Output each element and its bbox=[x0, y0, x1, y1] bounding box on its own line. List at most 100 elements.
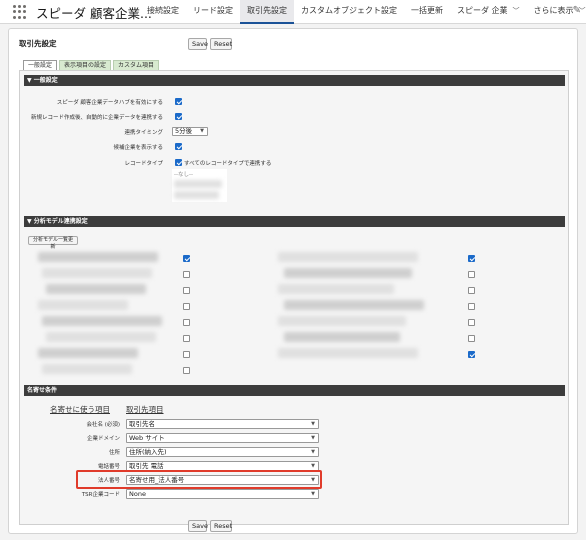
analysis-model-checkbox[interactable] bbox=[468, 271, 475, 278]
checkbox-auto-sync[interactable] bbox=[175, 113, 182, 120]
nav-tab[interactable]: 接続設定 bbox=[140, 0, 186, 24]
nav-tab-label: 取引先設定 bbox=[247, 6, 287, 15]
nav-tab[interactable]: 取引先設定 bbox=[240, 0, 294, 24]
matching-field-value: 住所(納入先) bbox=[129, 448, 167, 456]
blurred-model-label bbox=[42, 316, 162, 326]
blurred-model-label bbox=[38, 252, 158, 262]
record-type-listbox[interactable]: --なし-- bbox=[172, 169, 227, 202]
section-header-general: ▼ 一般設定 bbox=[24, 75, 565, 86]
matching-field-value: Web サイト bbox=[129, 434, 165, 442]
analysis-model-checkbox[interactable] bbox=[183, 319, 190, 326]
blurred-model-label bbox=[284, 332, 400, 342]
section-header-analysis: ▼ 分析モデル連携設定 bbox=[24, 216, 565, 227]
label-auto-sync: 新規レコード作成後、自動的に企業データを連携する bbox=[30, 115, 163, 121]
analysis-model-checkbox[interactable] bbox=[183, 335, 190, 342]
blurred-model-label bbox=[42, 364, 132, 374]
checkbox-show-candidates[interactable] bbox=[175, 143, 182, 150]
analysis-model-checkbox[interactable] bbox=[468, 319, 475, 326]
refresh-analysis-models-button[interactable]: 分析モデル一覧更新 bbox=[28, 236, 78, 250]
analysis-model-checkbox[interactable] bbox=[183, 367, 190, 374]
nav-tabs: 接続設定 リード設定 取引先設定 カスタムオブジェクト設定 一括更新 スピーダ 企業 ﹀ さら… bbox=[140, 0, 586, 24]
column-header-matching-field: 名寄せに使う項目 bbox=[50, 405, 110, 414]
matching-field-value: 取引先名 bbox=[129, 420, 155, 428]
matching-field-select[interactable]: 住所(納入先) ▼ bbox=[126, 447, 319, 457]
tab-custom-fields[interactable]: カスタム項目 bbox=[113, 60, 160, 70]
blurred-model-label bbox=[284, 268, 412, 278]
pencil-icon[interactable]: ✎ bbox=[573, 5, 581, 16]
label-record-type: レコードタイプ bbox=[124, 161, 163, 167]
checkbox-all-record-types[interactable] bbox=[175, 159, 182, 166]
reset-button-top[interactable]: Reset bbox=[210, 38, 232, 50]
analysis-model-checkbox[interactable] bbox=[468, 351, 475, 358]
matching-field-select[interactable]: None ▼ bbox=[126, 489, 319, 499]
nav-tab[interactable]: スピーダ 企業 ﹀ bbox=[450, 0, 527, 24]
blurred-option bbox=[174, 180, 222, 188]
blurred-model-label bbox=[284, 300, 424, 310]
tab-display-fields[interactable]: 表示項目の設定 bbox=[59, 60, 112, 70]
label-show-candidates: 候補企業を表示する bbox=[113, 145, 163, 151]
highlight-corporate-number-row bbox=[76, 470, 322, 489]
save-button-top[interactable]: Save bbox=[188, 38, 208, 50]
column-header-account-field: 取引先項目 bbox=[126, 405, 164, 414]
blurred-model-label bbox=[278, 252, 418, 262]
blurred-model-label bbox=[278, 284, 394, 294]
analysis-model-checkbox[interactable] bbox=[468, 287, 475, 294]
app-launcher-icon[interactable] bbox=[13, 5, 27, 19]
nav-tab[interactable]: 一括更新 bbox=[404, 0, 450, 24]
reset-button-bottom[interactable]: Reset bbox=[210, 520, 232, 532]
nav-tab-label: リード設定 bbox=[193, 6, 233, 15]
nav-tab-label: スピーダ 企業 bbox=[457, 6, 508, 15]
analysis-model-checkbox[interactable] bbox=[468, 255, 475, 262]
label-sync-timing: 連携タイミング bbox=[124, 130, 163, 136]
matching-field-label: 会社名 (必須) bbox=[86, 422, 120, 428]
account-settings-panel: 取引先設定 Save Reset 一般設定 表示項目の設定 カスタム項目 ▼ 一… bbox=[8, 28, 578, 534]
chevron-down-icon: ▼ bbox=[311, 491, 315, 497]
matching-field-value: 取引先 電話 bbox=[129, 462, 164, 470]
text-all-record-types: すべてのレコードタイプで連携する bbox=[184, 161, 272, 167]
blurred-model-label bbox=[278, 316, 406, 326]
tab-general[interactable]: 一般設定 bbox=[23, 60, 58, 70]
analysis-model-checkbox[interactable] bbox=[183, 351, 190, 358]
select-sync-timing[interactable]: 5分後 ▼ bbox=[172, 127, 208, 136]
select-sync-timing-value: 5分後 bbox=[175, 127, 193, 135]
blurred-option bbox=[174, 191, 219, 199]
analysis-model-checkbox[interactable] bbox=[468, 303, 475, 310]
matching-field-label: TSR企業コード bbox=[81, 492, 120, 498]
matching-field-value: None bbox=[129, 490, 146, 498]
matching-field-select[interactable]: Web サイト ▼ bbox=[126, 433, 319, 443]
matching-field-label: 企業ドメイン bbox=[86, 436, 120, 442]
chevron-down-icon: ▼ bbox=[311, 435, 315, 441]
page-title: 取引先設定 bbox=[19, 39, 57, 48]
section-header-matching: 名寄せ条件 bbox=[24, 385, 565, 396]
checkbox-enable-datahub[interactable] bbox=[175, 98, 182, 105]
chevron-down-icon: ▼ bbox=[311, 421, 315, 427]
blurred-model-label bbox=[278, 348, 418, 358]
blurred-model-label bbox=[38, 300, 128, 310]
chevron-down-icon: ▼ bbox=[311, 449, 315, 455]
chevron-down-icon: ▼ bbox=[200, 128, 204, 134]
chevron-down-icon[interactable]: ﹀ bbox=[513, 7, 520, 15]
matching-field-select[interactable]: 取引先名 ▼ bbox=[126, 419, 319, 429]
analysis-model-checkbox[interactable] bbox=[183, 255, 190, 262]
matching-field-label: 電話番号 bbox=[97, 464, 120, 470]
blurred-model-label bbox=[46, 332, 156, 342]
top-navigation-bar: スピーダ 顧客企業... 接続設定 リード設定 取引先設定 カスタムオブジェクト設定 一… bbox=[0, 0, 586, 24]
nav-tab-label: 接続設定 bbox=[147, 6, 179, 15]
nav-tab[interactable]: カスタムオブジェクト設定 bbox=[294, 0, 404, 24]
analysis-model-checkbox[interactable] bbox=[183, 271, 190, 278]
matching-field-label: 住所 bbox=[108, 450, 120, 456]
save-button-bottom[interactable]: Save bbox=[188, 520, 208, 532]
listbox-option-none[interactable]: --なし-- bbox=[174, 170, 193, 178]
tab-body: ▼ 一般設定 スピーダ 顧客企業データハブを有効にする 新規レコード作成後、自動… bbox=[19, 70, 569, 525]
nav-tab-label: 一括更新 bbox=[411, 6, 443, 15]
nav-tab[interactable]: リード設定 bbox=[186, 0, 240, 24]
label-enable-datahub: スピーダ 顧客企業データハブを有効にする bbox=[56, 100, 163, 106]
analysis-model-checkbox[interactable] bbox=[183, 303, 190, 310]
blurred-model-label bbox=[42, 268, 152, 278]
app-name: スピーダ 顧客企業... bbox=[36, 6, 152, 21]
blurred-model-label bbox=[38, 348, 138, 358]
nav-tab-label: さらに表示 bbox=[533, 6, 574, 15]
analysis-model-checkbox[interactable] bbox=[468, 335, 475, 342]
chevron-down-icon: ▼ bbox=[311, 463, 315, 469]
analysis-model-checkbox[interactable] bbox=[183, 287, 190, 294]
